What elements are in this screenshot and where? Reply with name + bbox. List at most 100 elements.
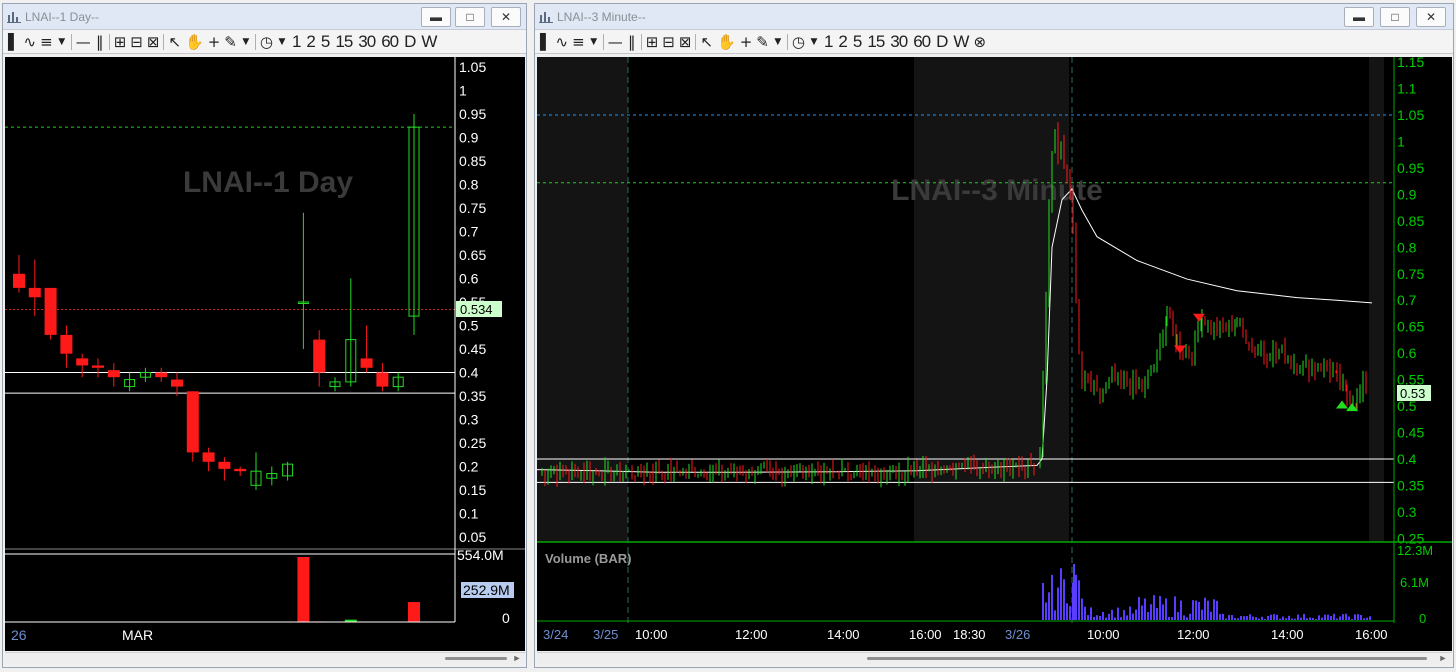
volume-bar [1084, 606, 1086, 620]
price-axis-label: 0.65 [1397, 319, 1424, 335]
period-1-button[interactable]: 1 [821, 32, 835, 52]
window-titlebar[interactable]: LNAI--1 Day-- ▬ □ ✕ [3, 4, 526, 30]
crosshair-icon[interactable]: + [206, 32, 223, 52]
scroll-right-arrow[interactable]: ► [1437, 653, 1449, 664]
volume-bar [1228, 615, 1230, 620]
chevron-down-icon[interactable]: ▼ [771, 32, 785, 52]
zoom-in-icon[interactable]: ⊞ [644, 32, 661, 52]
chevron-down-icon[interactable]: ▼ [239, 32, 253, 52]
volume-bar [1294, 618, 1296, 620]
candle-body-down [13, 273, 25, 288]
chevron-down-icon[interactable]: ▼ [587, 32, 601, 52]
volume-bar [1141, 605, 1143, 620]
volume-bar [1168, 617, 1170, 620]
period-30-button[interactable]: 30 [887, 32, 910, 52]
price-axis-label: 0.75 [1397, 266, 1424, 282]
price-axis-label: 0.5 [459, 318, 479, 334]
hand-icon[interactable]: ✋ [715, 32, 738, 52]
period-15-button[interactable]: 15 [864, 32, 887, 52]
chevron-down-icon[interactable]: ▼ [55, 32, 69, 52]
maximize-button[interactable]: □ [455, 7, 485, 27]
chevron-down-icon[interactable]: ▼ [807, 32, 821, 52]
pencil-icon[interactable]: ✎ [222, 32, 239, 52]
volume-bar [1303, 613, 1305, 620]
volume-bar [1126, 615, 1128, 620]
volume-bar [1291, 618, 1293, 620]
period-15-button[interactable]: 15 [332, 32, 355, 52]
period-60-button[interactable]: 60 [910, 32, 933, 52]
maximize-button[interactable]: □ [1380, 7, 1410, 27]
volume-bar [1231, 615, 1233, 620]
clock-icon[interactable]: ◷ [790, 32, 807, 52]
scrollbar-thumb[interactable] [445, 657, 507, 660]
close-button[interactable]: ✕ [491, 7, 521, 27]
price-axis-label: 0.85 [1397, 213, 1424, 229]
close-circle-icon[interactable]: ⊗ [971, 32, 988, 52]
minimize-button[interactable]: ▬ [1344, 7, 1374, 27]
period-5-button[interactable]: 5 [850, 32, 864, 52]
pencil-icon[interactable]: ✎ [754, 32, 771, 52]
period-week-button[interactable]: W [418, 32, 439, 52]
studies-icon[interactable]: ≡ [38, 32, 55, 52]
price-axis-label: 0.4 [1397, 451, 1417, 467]
time-axis-label: 3/26 [1005, 627, 1030, 642]
intraday-chart-area[interactable]: LNAI--3 Minute 1.15 1.1 1.05 1 0.95 0.9 0.85 0.… [537, 57, 1452, 651]
volume-bar [297, 557, 310, 622]
intraday-price-chart[interactable]: LNAI--3 Minute 1.151.11.0510.950.90.850.… [537, 57, 1452, 651]
horizontal-scrollbar[interactable]: ► [537, 652, 1452, 664]
line-style-icon[interactable]: ∿ [554, 32, 571, 52]
daily-chart-area[interactable]: LNAI--1 Day 1.05 1 0.95 0.9 0.85 0.8 0.75 0.7 0.… [5, 57, 525, 651]
bar-chart-icon[interactable]: ▌ [6, 32, 22, 52]
period-30-button[interactable]: 30 [355, 32, 378, 52]
price-axis-label: 0.8 [1397, 239, 1417, 255]
volume-bar [1213, 599, 1215, 620]
scrollbar-thumb[interactable] [867, 657, 1427, 660]
chevron-down-icon[interactable]: ▼ [275, 32, 289, 52]
close-button[interactable]: ✕ [1416, 7, 1446, 27]
zoom-out-icon[interactable]: ⊟ [660, 32, 677, 52]
period-1-button[interactable]: 1 [289, 32, 303, 52]
zoom-fit-icon[interactable]: ⊠ [677, 32, 694, 52]
period-2-button[interactable]: 2 [835, 32, 849, 52]
pointer-icon[interactable]: ↖ [166, 32, 183, 52]
period-60-button[interactable]: 60 [378, 32, 401, 52]
price-axis-label: 0.45 [459, 341, 486, 357]
volume-bar [1153, 595, 1155, 620]
vline-icon[interactable]: ‖ [625, 32, 639, 52]
minimize-button[interactable]: ▬ [421, 7, 451, 27]
period-2-button[interactable]: 2 [303, 32, 317, 52]
clock-icon[interactable]: ◷ [258, 32, 275, 52]
price-axis-label: 0.25 [459, 435, 486, 451]
volume-bar [1156, 608, 1158, 620]
crosshair-icon[interactable]: + [738, 32, 755, 52]
price-axis-label: 0.7 [1397, 292, 1417, 308]
volume-bar [1246, 616, 1248, 620]
zoom-in-icon[interactable]: ⊞ [112, 32, 129, 52]
volume-bar [1207, 600, 1209, 620]
hand-icon[interactable]: ✋ [183, 32, 206, 52]
hline-icon[interactable]: — [74, 32, 93, 52]
window-titlebar[interactable]: LNAI--3 Minute-- ▬ □ ✕ [535, 4, 1453, 30]
volume-bar [1300, 617, 1302, 620]
candle-body-down [44, 287, 57, 335]
line-style-icon[interactable]: ∿ [22, 32, 39, 52]
volume-bar [1297, 614, 1299, 620]
period-5-button[interactable]: 5 [318, 32, 332, 52]
volume-bar [1051, 574, 1053, 620]
volume-axis-top: 554.0M [457, 547, 504, 563]
period-day-button[interactable]: D [933, 32, 950, 52]
period-day-button[interactable]: D [401, 32, 418, 52]
vline-icon[interactable]: ‖ [93, 32, 107, 52]
pointer-icon[interactable]: ↖ [698, 32, 715, 52]
volume-bar [1117, 607, 1119, 620]
horizontal-scrollbar[interactable]: ► [5, 652, 525, 664]
daily-price-chart[interactable]: LNAI--1 Day 1.05 1 0.95 0.9 0.85 0.8 0.75 0.7 0.… [5, 57, 525, 651]
bar-chart-icon[interactable]: ▌ [538, 32, 554, 52]
period-week-button[interactable]: W [950, 32, 971, 52]
volume-bar [1144, 598, 1146, 620]
zoom-fit-icon[interactable]: ⊠ [145, 32, 162, 52]
zoom-out-icon[interactable]: ⊟ [128, 32, 145, 52]
hline-icon[interactable]: — [606, 32, 625, 52]
studies-icon[interactable]: ≡ [570, 32, 587, 52]
scroll-right-arrow[interactable]: ► [511, 653, 523, 664]
